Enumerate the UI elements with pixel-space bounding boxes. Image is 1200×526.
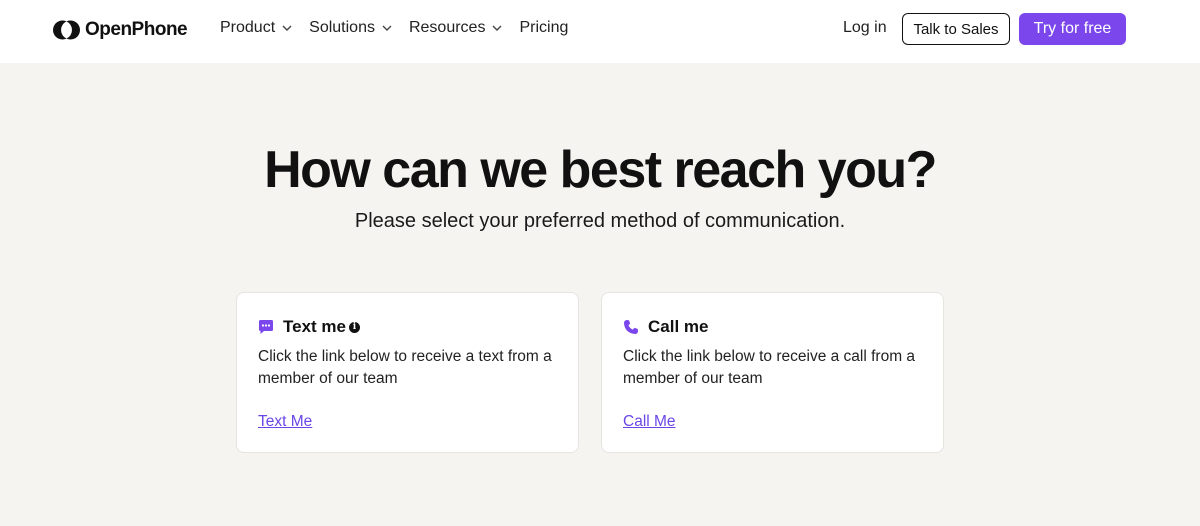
brand-logo[interactable]: OpenPhone (53, 19, 188, 41)
main-nav: Product Solutions Resources Pricing (220, 19, 585, 37)
nav-item-product[interactable]: Product (220, 19, 292, 37)
nav-item-label: Resources (408, 19, 486, 36)
page-title: How can we best reach you? (264, 141, 937, 199)
nav-item-pricing[interactable]: Pricing (519, 19, 568, 37)
text-me-card: Text me i Click the link below to receiv… (236, 292, 579, 453)
openphone-logo-icon (53, 20, 80, 40)
login-link[interactable]: Log in (843, 19, 887, 37)
card-title: Call me (648, 317, 709, 336)
card-header: Text me i (258, 317, 360, 337)
nav-item-resources[interactable]: Resources (409, 19, 502, 37)
text-me-link[interactable]: Text Me (258, 413, 312, 431)
brand-name: OpenPhone (85, 19, 188, 40)
chat-bubble-icon (259, 320, 273, 334)
card-header: Call me (623, 317, 708, 337)
chevron-down-icon (382, 25, 392, 31)
call-me-link[interactable]: Call Me (623, 413, 676, 431)
info-icon[interactable]: i (349, 321, 360, 333)
talk-to-sales-button[interactable]: Talk to Sales (902, 13, 1010, 45)
page-subtitle: Please select your preferred method of c… (354, 210, 846, 232)
chevron-down-icon (492, 25, 502, 31)
chevron-down-icon (282, 25, 292, 31)
card-description: Click the link below to receive a text f… (258, 348, 552, 387)
card-title: Text me (283, 317, 346, 336)
nav-item-label: Solutions (309, 19, 375, 36)
nav-item-label: Product (220, 19, 276, 36)
nav-item-solutions[interactable]: Solutions (309, 19, 392, 37)
site-header: OpenPhone Product Solutions Resources Pr… (0, 0, 1200, 63)
nav-item-label: Pricing (519, 19, 569, 36)
card-description: Click the link below to receive a call f… (623, 348, 916, 387)
call-me-card: Call me Click the link below to receive … (601, 292, 944, 453)
phone-icon (624, 320, 638, 334)
try-for-free-button[interactable]: Try for free (1019, 13, 1126, 45)
